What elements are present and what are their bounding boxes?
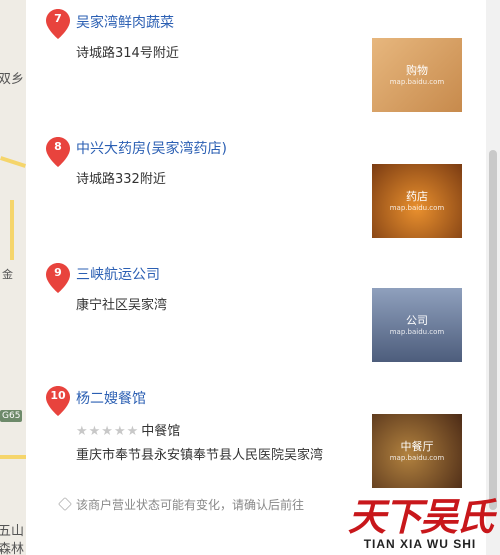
pin-number: 7 bbox=[54, 12, 62, 25]
result-title-link[interactable]: 中兴大药房(吴家湾药店) bbox=[76, 138, 227, 158]
thumbnail-caption: 公司 bbox=[406, 314, 428, 327]
watermark-english: TIAN XIA WU SHI bbox=[363, 537, 477, 551]
thumbnail-caption: 中餐厅 bbox=[400, 440, 434, 453]
watermark-logo: 天下吴氏 TIAN XIA WU SHI bbox=[347, 494, 494, 552]
result-thumbnail[interactable]: 药店 map.baidu.com bbox=[372, 164, 462, 238]
result-title-link[interactable]: 吴家湾鲜肉蔬菜 bbox=[76, 12, 174, 32]
map-road bbox=[0, 156, 26, 168]
search-results-panel: 7 吴家湾鲜肉蔬菜 诗城路314号附近 购物 map.baidu.com 8 中… bbox=[26, 0, 486, 555]
results-scrollbar[interactable] bbox=[486, 0, 500, 555]
result-thumbnail[interactable]: 公司 map.baidu.com bbox=[372, 288, 462, 362]
watermark-chinese: 天下吴氏 bbox=[347, 494, 494, 539]
map-label: 金 bbox=[2, 268, 13, 281]
map-pin-icon: 7 bbox=[46, 9, 70, 39]
map-label: 双乡 bbox=[0, 72, 25, 87]
star-icons: ★★★★★ bbox=[76, 424, 140, 439]
pin-number: 8 bbox=[54, 140, 62, 153]
result-address: 诗城路314号附近 bbox=[76, 46, 179, 61]
map-label: 五山 bbox=[0, 524, 25, 539]
thumbnail-caption: 购物 bbox=[406, 64, 428, 77]
result-address: 康宁社区吴家湾 bbox=[76, 298, 168, 313]
thumbnail-caption: 药店 bbox=[406, 190, 428, 203]
scrollbar-thumb[interactable] bbox=[489, 150, 497, 510]
thumbnail-source: map.baidu.com bbox=[389, 454, 445, 462]
map-pin-icon: 10 bbox=[46, 386, 70, 416]
map-strip[interactable]: 双乡 金 G65 五山 森林 bbox=[0, 0, 26, 555]
result-title-link[interactable]: 三峡航运公司 bbox=[76, 264, 160, 284]
map-road bbox=[10, 200, 14, 260]
status-notice-text: 该商户营业状态可能有变化，请确认后前往 bbox=[76, 498, 305, 512]
result-category: 中餐馆 bbox=[141, 424, 181, 439]
pin-number: 10 bbox=[50, 389, 66, 402]
result-thumbnail[interactable]: 购物 map.baidu.com bbox=[372, 38, 462, 112]
map-highway-badge: G65 bbox=[0, 410, 23, 422]
map-label: 森林 bbox=[0, 542, 25, 555]
map-pin-icon: 9 bbox=[46, 263, 70, 293]
thumbnail-source: map.baidu.com bbox=[389, 78, 445, 86]
pin-number: 9 bbox=[54, 266, 62, 279]
result-title-link[interactable]: 杨二嫂餐馆 bbox=[76, 388, 146, 408]
tag-icon bbox=[58, 497, 72, 511]
rating-stars: ★★★★★ 中餐馆 bbox=[76, 420, 180, 439]
thumbnail-source: map.baidu.com bbox=[389, 328, 445, 336]
map-road bbox=[0, 455, 26, 459]
status-notice: 该商户营业状态可能有变化，请确认后前往 bbox=[58, 496, 304, 513]
map-pin-icon: 8 bbox=[46, 137, 70, 167]
result-thumbnail[interactable]: 中餐厅 map.baidu.com bbox=[372, 414, 462, 488]
thumbnail-source: map.baidu.com bbox=[389, 204, 445, 212]
result-address: 重庆市奉节县永安镇奉节县人民医院吴家湾 bbox=[76, 448, 324, 463]
result-address: 诗城路332附近 bbox=[76, 172, 166, 187]
